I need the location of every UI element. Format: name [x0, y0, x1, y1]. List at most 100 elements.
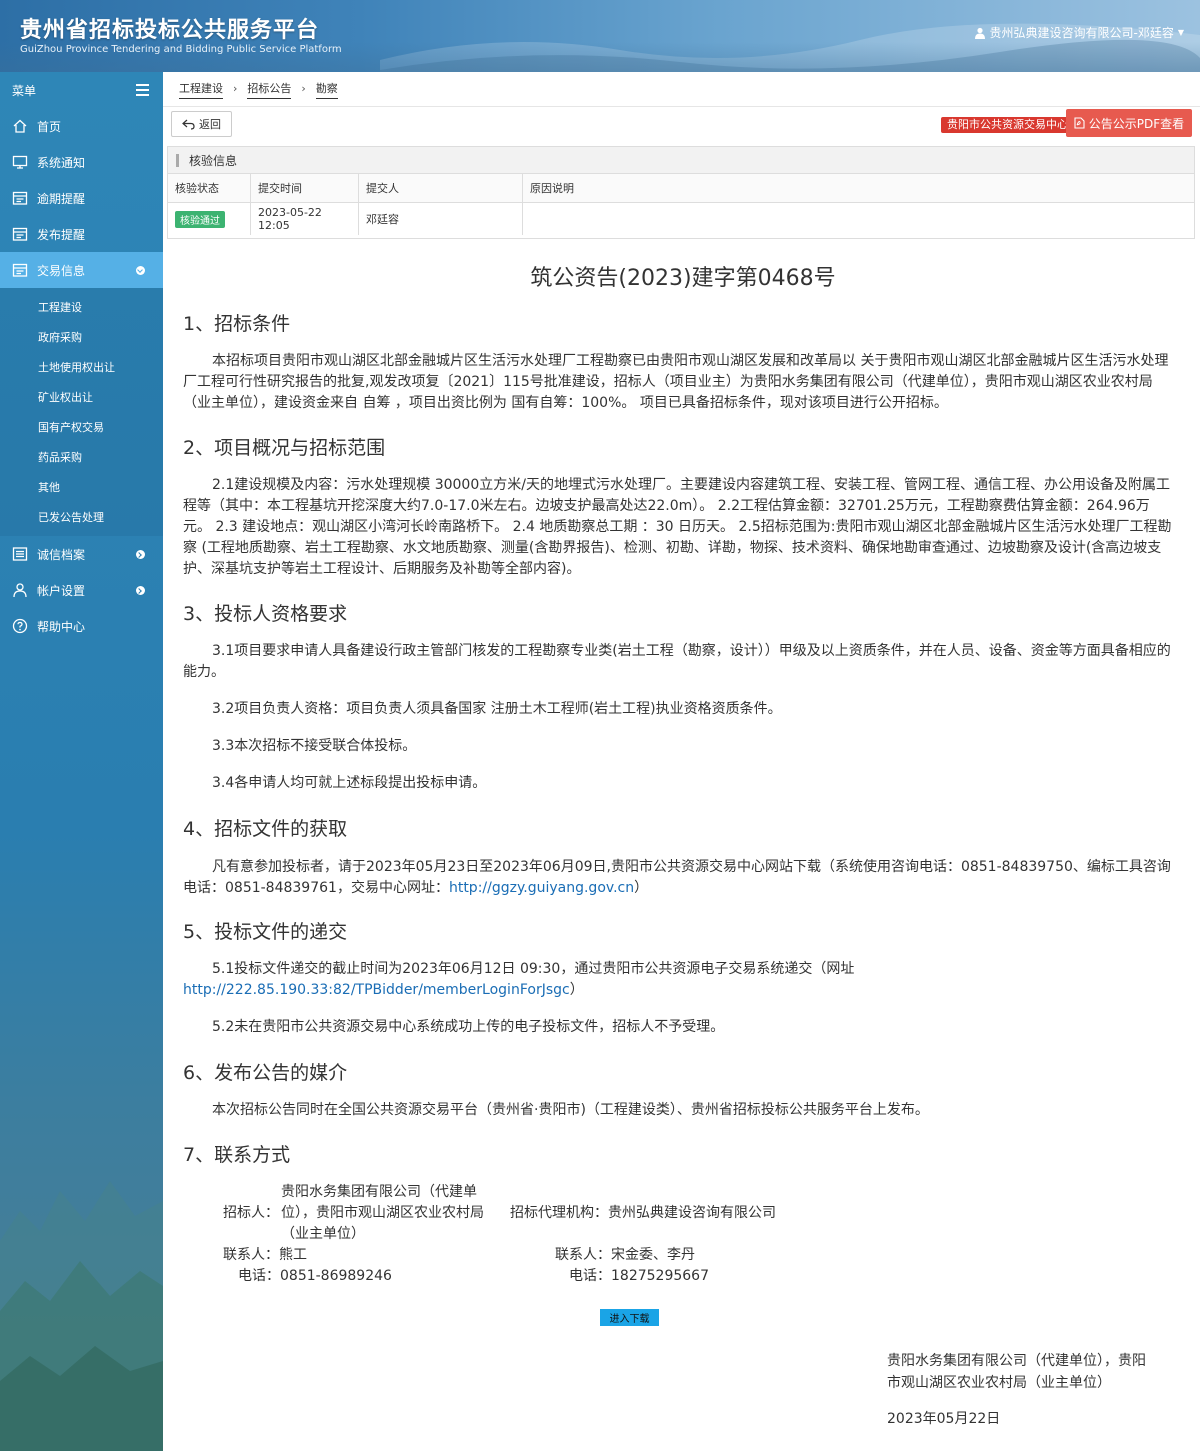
- sidebar-item-label: 交易信息: [37, 263, 86, 278]
- sidebar-landscape: [0, 1181, 163, 1451]
- submenu-item-gov-procurement[interactable]: 政府采购: [0, 322, 163, 352]
- chevron-right-icon: [136, 550, 145, 559]
- calendar-icon: [12, 191, 28, 205]
- submenu-item-land[interactable]: 土地使用权出让: [0, 352, 163, 382]
- tenderer-line: （业主单位）: [281, 1226, 365, 1242]
- back-label: 返回: [199, 118, 221, 131]
- pdf-view-button[interactable]: 公告公示PDF查看: [1066, 109, 1192, 137]
- home-icon: [13, 119, 27, 133]
- menu-label: 菜单: [12, 83, 37, 98]
- phone-label: 电话：: [238, 1268, 280, 1284]
- column-header: 提交人: [358, 174, 523, 203]
- section-3-item-4: 3.4各申请人均可就上述标段提出投标申请。: [212, 775, 487, 791]
- breadcrumb-item[interactable]: 工程建设: [179, 80, 223, 99]
- chevron-right-icon: [136, 586, 145, 595]
- table-header-row: 核验状态 提交时间 提交人 原因说明: [168, 174, 1194, 203]
- breadcrumb: 工程建设 › 招标公告 › 勘察: [163, 72, 1200, 107]
- section-2-title: 2、项目概况与招标范围: [183, 437, 386, 459]
- tenderer-line: 位），贵阳市观山湖区农业农村局: [281, 1205, 484, 1221]
- breadcrumb-item[interactable]: 勘察: [315, 80, 338, 99]
- sidebar-item-publish-reminder[interactable]: 发布提醒: [0, 216, 163, 252]
- agency-contact: 联系人：宋金委、李丹: [555, 1245, 695, 1266]
- caret-down-icon: ▼: [1177, 28, 1184, 37]
- sidebar-item-overdue[interactable]: 逾期提醒: [0, 180, 163, 216]
- signature-date: 2023年05月22日: [887, 1411, 1001, 1427]
- submenu-item-other[interactable]: 其他: [0, 472, 163, 502]
- platform-title: 贵州省招标投标公共服务平台: [20, 18, 320, 43]
- section-5-text: 5.1投标文件递交的截止时间为2023年06月12日 09:30，通过贵阳市公共…: [212, 961, 855, 977]
- calendar-icon: [12, 227, 28, 241]
- verification-title: 核验信息: [168, 147, 1194, 174]
- section-5-item-2: 5.2未在贵阳市公共资源交易中心系统成功上传的电子投标文件，招标人不予受理。: [212, 1019, 725, 1035]
- submenu-item-mining[interactable]: 矿业权出让: [0, 382, 163, 412]
- section-5-text-end: ）: [569, 982, 584, 998]
- agency-phone: 电话：18275295667: [569, 1266, 709, 1287]
- submenu-item-drugs[interactable]: 药品采购: [0, 442, 163, 472]
- pdf-view-label: 公告公示PDF查看: [1088, 116, 1185, 131]
- agency-row: 招标代理机构：贵州弘典建设咨询有限公司: [510, 1203, 776, 1224]
- menu-toggle-icon[interactable]: [136, 84, 149, 96]
- breadcrumb-item[interactable]: 招标公告: [247, 80, 292, 99]
- verification-table: 核验状态 提交时间 提交人 原因说明 核验通过 2023-05-22 12:05…: [168, 174, 1194, 235]
- section-4-title: 4、招标文件的获取: [183, 818, 348, 840]
- trade-center-link[interactable]: http://ggzy.guiyang.gov.cn: [449, 880, 634, 896]
- back-icon: [182, 119, 195, 130]
- column-header: 提交时间: [250, 174, 359, 203]
- user-icon: [13, 583, 27, 598]
- agency-label: 招标代理机构：: [510, 1205, 608, 1221]
- pdf-icon: [1074, 117, 1085, 129]
- section-5-item-1: 5.1投标文件递交的截止时间为2023年06月12日 09:30，通过贵阳市公共…: [183, 959, 1173, 1001]
- sidebar-item-label: 首页: [37, 119, 62, 134]
- submenu-item-state-assets[interactable]: 国有产权交易: [0, 412, 163, 442]
- section-3-title: 3、投标人资格要求: [183, 603, 348, 625]
- download-button[interactable]: 进入下载: [600, 1309, 659, 1326]
- section-4-text: 凡有意参加投标者，请于2023年05月23日至2023年06月09日,贵阳市公共…: [183, 859, 1171, 896]
- sidebar-item-notices[interactable]: 系统通知: [0, 144, 163, 180]
- chevron-right-icon: ›: [301, 81, 306, 95]
- back-button[interactable]: 返回: [171, 111, 232, 137]
- document-title: 筑公资告(2023)建字第0468号: [530, 266, 836, 291]
- user-menu[interactable]: 贵州弘典建设咨询有限公司-邓廷容 ▼: [974, 24, 1184, 41]
- status-cell: 核验通过: [168, 202, 251, 235]
- sidebar-item-account[interactable]: 帐户设置: [0, 572, 163, 608]
- sidebar-item-home[interactable]: 首页: [0, 108, 163, 144]
- sidebar-item-trade-info[interactable]: 交易信息: [0, 252, 163, 288]
- sidebar-item-label: 诚信档案: [37, 547, 86, 562]
- section-1-title: 1、招标条件: [183, 313, 291, 335]
- section-3-item-2: 3.2项目负责人资格：项目负责人须具备国家 注册土木工程师(岩土工程)执业资格资…: [212, 701, 782, 717]
- reason-cell: [523, 203, 1195, 236]
- section-4-text-end: ）: [634, 880, 649, 896]
- trade-center-tag: 贵阳市公共资源交易中心: [941, 117, 1074, 133]
- help-icon: [12, 618, 28, 634]
- chevron-right-icon: ›: [233, 81, 238, 95]
- section-6-title: 6、发布公告的媒介: [183, 1062, 348, 1084]
- list-icon: [12, 547, 28, 561]
- contact-label: 联系人：: [223, 1247, 279, 1263]
- contact-label: 联系人：: [555, 1247, 611, 1263]
- bidder-system-link[interactable]: http://222.85.190.33:82/TPBidder/memberL…: [183, 982, 570, 998]
- column-header: 核验状态: [168, 174, 251, 203]
- phone-value: 0851-86989246: [280, 1268, 392, 1284]
- sidebar-item-label: 发布提醒: [37, 227, 86, 242]
- table-row: 核验通过 2023-05-22 12:05 邓廷容: [168, 202, 1195, 236]
- sidebar-item-credit[interactable]: 诚信档案: [0, 536, 163, 572]
- user-name: 贵州弘典建设咨询有限公司-邓廷容: [989, 26, 1174, 40]
- submenu-item-construction[interactable]: 工程建设: [0, 292, 163, 322]
- sidebar-item-label: 系统通知: [37, 155, 86, 170]
- section-3-item-3: 3.3本次招标不接受联合体投标。: [212, 738, 417, 754]
- calendar-icon: [12, 263, 28, 277]
- tenderer-label: 招标人：: [223, 1205, 279, 1221]
- signature-line: 贵阳水务集团有限公司（代建单位），贵阳: [887, 1353, 1146, 1369]
- sidebar-nav: 首页 系统通知 逾期提醒 发布提醒 交易信息 工程建设 政府采购 土地使用权出让…: [0, 108, 163, 644]
- tenderer-phone: 电话：0851-86989246: [238, 1266, 392, 1287]
- column-header: 原因说明: [522, 174, 1194, 203]
- tenderer-contact: 联系人：熊工: [223, 1245, 307, 1266]
- sidebar-item-label: 帮助中心: [37, 619, 86, 634]
- section-5-title: 5、投标文件的递交: [183, 921, 348, 943]
- top-header: 贵州省招标投标公共服务平台 GuiZhou Province Tendering…: [0, 0, 1200, 72]
- sidebar-submenu: 工程建设 政府采购 土地使用权出让 矿业权出让 国有产权交易 药品采购 其他 已…: [0, 288, 163, 536]
- sidebar-item-help[interactable]: 帮助中心: [0, 608, 163, 644]
- section-4-body: 凡有意参加投标者，请于2023年05月23日至2023年06月09日,贵阳市公共…: [183, 857, 1173, 899]
- submenu-item-published[interactable]: 已发公告处理: [0, 502, 163, 532]
- main-content: 工程建设 › 招标公告 › 勘察 返回 贵阳市公共资源交易中心 公告公示PDF查…: [163, 72, 1200, 1451]
